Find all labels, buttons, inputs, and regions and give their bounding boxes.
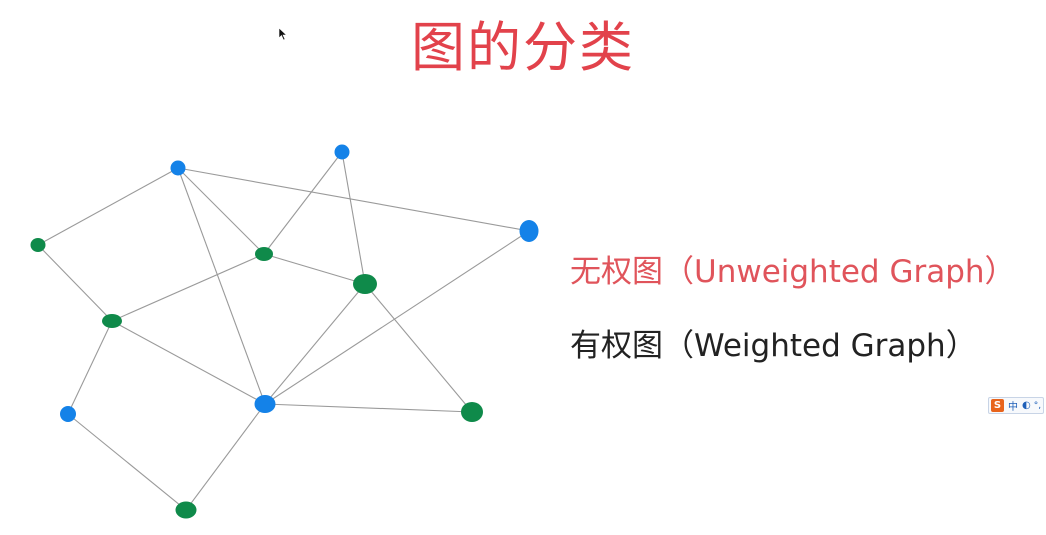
graph-node-n9 xyxy=(254,395,276,413)
graph-node-n5 xyxy=(255,247,273,261)
graph-edge-n5-n7 xyxy=(111,253,265,322)
graph-edge-n8-n11 xyxy=(67,413,187,511)
graph-node-n2 xyxy=(334,144,350,160)
ime-toolbar[interactable]: S 中 ◐ °, xyxy=(988,397,1044,414)
weighted-graph-label: 有权图（Weighted Graph） xyxy=(570,328,977,364)
unweighted-graph-label: 无权图（Unweighted Graph） xyxy=(570,254,1016,290)
punctuation-icon[interactable]: °, xyxy=(1034,401,1041,411)
graph-edge-n2-n5 xyxy=(263,151,343,255)
graph-node-n4 xyxy=(519,220,539,242)
graph-edge-n5-n6 xyxy=(263,253,366,285)
graph-node-n6 xyxy=(353,274,377,294)
moon-icon[interactable]: ◐ xyxy=(1022,400,1031,411)
graph-edge-n3-n7 xyxy=(37,244,113,322)
ime-language-toggle[interactable]: 中 xyxy=(1008,398,1018,413)
graph-edge-n2-n6 xyxy=(341,151,366,285)
graph-edge-n7-n8 xyxy=(67,320,113,415)
graph-edge-n7-n9 xyxy=(111,320,266,405)
graph-node-n10 xyxy=(461,402,483,422)
graph-edge-n4-n9 xyxy=(264,230,530,405)
graph-edge-n9-n10 xyxy=(264,403,473,413)
graph-edge-n1-n3 xyxy=(37,167,179,246)
graph-edge-n6-n9 xyxy=(264,283,366,405)
graph-node-n1 xyxy=(170,160,186,176)
graph-node-n7 xyxy=(102,314,122,328)
sogou-logo-icon[interactable]: S xyxy=(991,399,1004,412)
graph-edge-n9-n11 xyxy=(185,403,266,511)
graph-edge-n1-n4 xyxy=(177,167,530,232)
graph-node-n11 xyxy=(175,501,197,519)
mouse-cursor-icon xyxy=(278,27,288,41)
graph-node-n8 xyxy=(60,406,76,422)
graph-node-n3 xyxy=(30,238,46,252)
slide: 图的分类 无权图（Unweighted Graph） 有权图（Weighted … xyxy=(0,0,1046,535)
